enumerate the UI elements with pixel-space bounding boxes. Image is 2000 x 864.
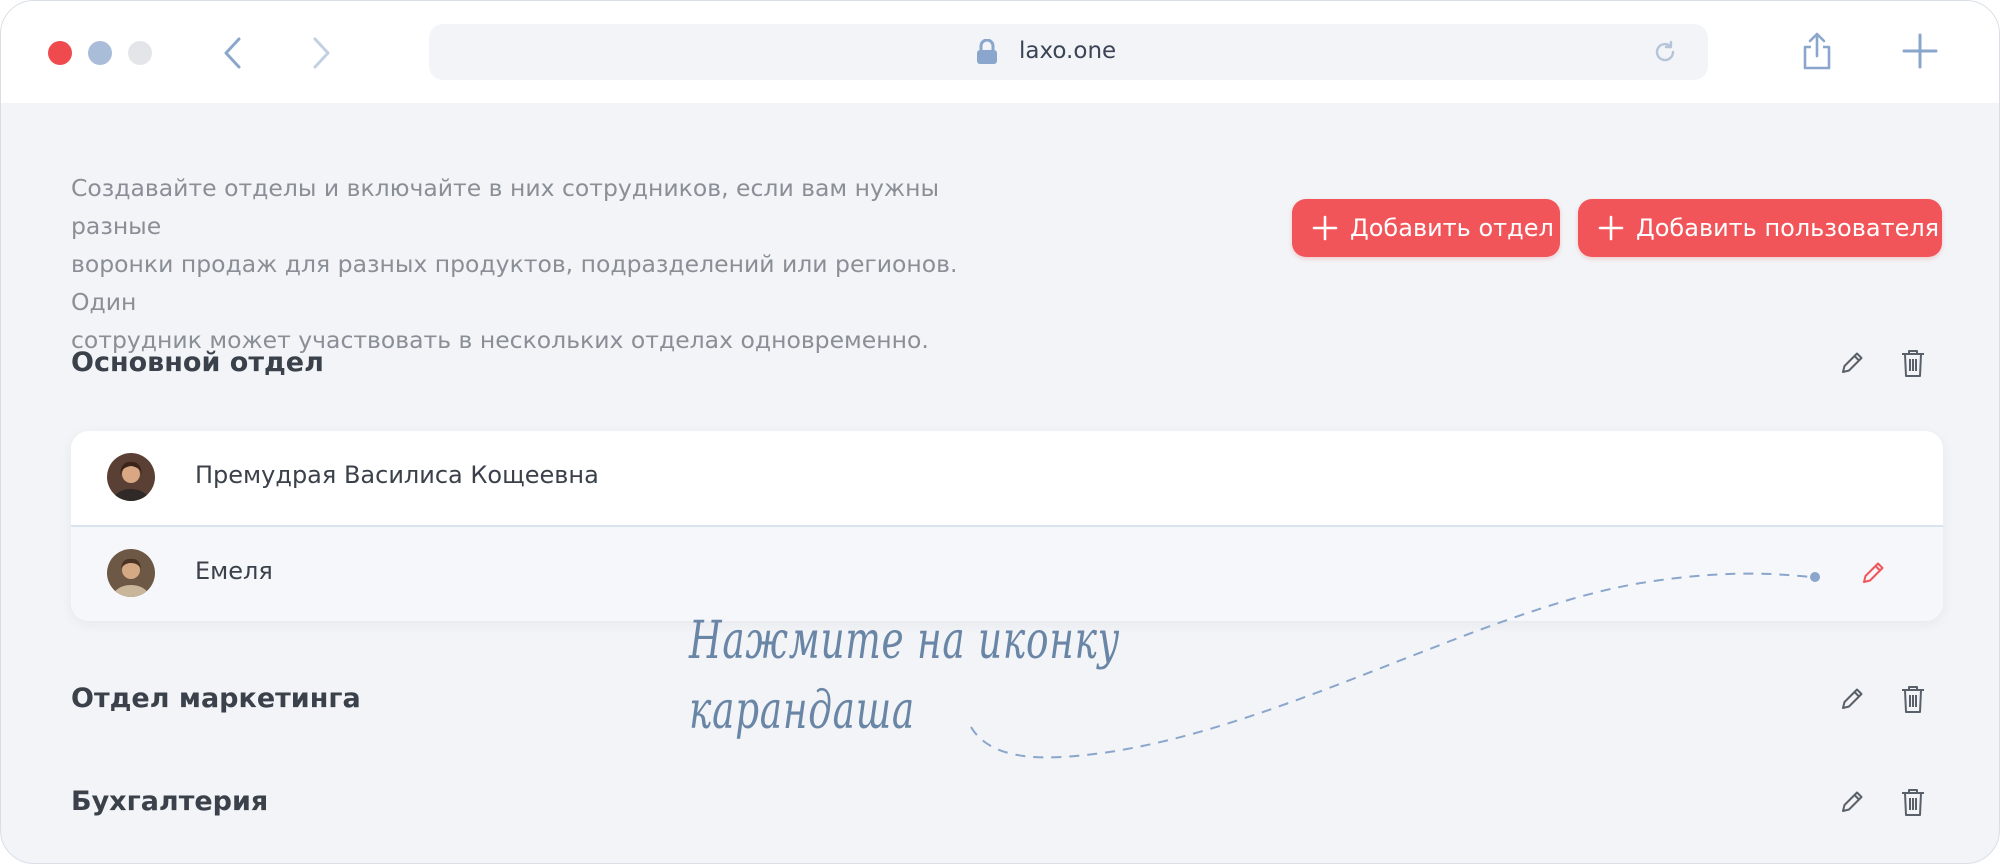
hint-arrow <box>970 572 1820 759</box>
hint-text-line: Нажмите на иконку <box>689 611 1121 671</box>
hint-text-line: карандаша <box>689 681 915 741</box>
browser-window: laxo.one Создавайте отделы и включайте в… <box>0 0 2000 864</box>
